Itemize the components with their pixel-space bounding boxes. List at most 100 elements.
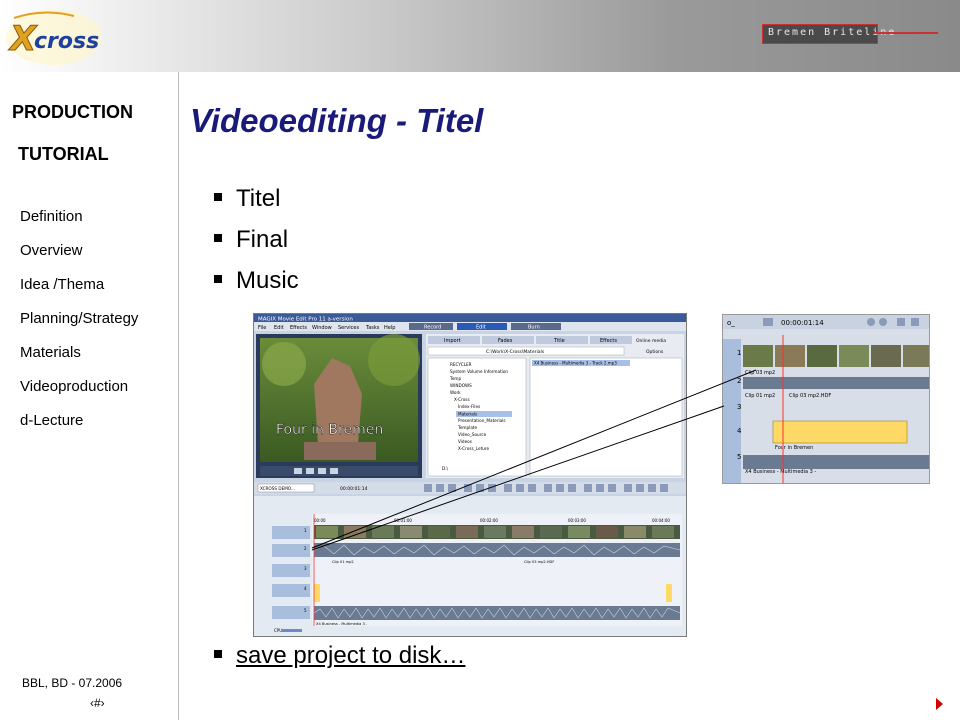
page-title: Videoediting - Titel [190, 102, 484, 139]
folder-item[interactable]: D:\ [442, 466, 449, 471]
sidebar-title-tutorial: TUTORIAL [18, 144, 109, 164]
zoom-audio-clip[interactable] [743, 377, 929, 389]
audio-clip-label: X4 Business - Multimedia 3 - [316, 622, 368, 626]
bullet-list: Titel Final Music [214, 182, 299, 305]
zoom-music-clip[interactable] [743, 455, 929, 469]
mode-edit-label: Edit [476, 325, 486, 331]
zoom-track-number: 1 [737, 349, 741, 357]
folder-item[interactable]: Temp [449, 376, 462, 381]
sidebar-nav: Definition Overview Idea /Thema Planning… [20, 206, 138, 444]
menu-services[interactable]: Services [338, 325, 359, 331]
svg-text:o_: o_ [727, 319, 735, 327]
bullet-square-icon [214, 233, 222, 242]
options-button[interactable]: Options [646, 349, 664, 355]
bullet-square-icon [214, 274, 222, 283]
file-item-selected[interactable]: X4 Business - Multimedia 3 - Track 2.mp3 [534, 361, 617, 366]
folder-item[interactable]: Template [457, 425, 478, 430]
title-clip[interactable] [666, 584, 672, 602]
header-bar: X cross Bremen Briteline [0, 0, 960, 72]
timecode-display: 00:00:01:14 [340, 486, 368, 492]
preview-title-overlay: Four in Bremen [276, 422, 383, 438]
folder-item[interactable]: Work [450, 390, 461, 395]
sidebar-item-videoproduction[interactable]: Videoproduction [20, 376, 138, 410]
sidebar-divider [178, 72, 179, 720]
sidebar-item-idea-thema[interactable]: Idea /Thema [20, 274, 138, 308]
save-project-link[interactable]: save project to disk… [236, 642, 465, 669]
brand-line [874, 32, 938, 34]
tab-fades-label: Fades [498, 338, 513, 344]
ruler-label: 00:00 [314, 518, 326, 523]
bullet-text: Music [236, 267, 299, 294]
folder-item[interactable]: System Volume Information [450, 369, 508, 374]
tab-title-label: Title [553, 338, 565, 344]
file-list [529, 357, 683, 477]
ruler-label: 00:01:00 [394, 518, 412, 523]
stop-button[interactable] [306, 468, 314, 474]
tab-effects-label: Effects [600, 338, 617, 344]
folder-item-selected[interactable]: Materials [458, 412, 477, 417]
online-media-label[interactable]: Online media [636, 338, 666, 344]
forward-button[interactable] [330, 468, 338, 474]
save-project-item: save project to disk… [214, 642, 465, 670]
svg-text:cross: cross [34, 29, 99, 54]
zoom-tool-button[interactable] [911, 318, 919, 326]
zoom-clip-label: Clip 01 mp2 [745, 393, 775, 399]
zoom-tool-button[interactable] [763, 318, 773, 326]
zoom-clip-label: Clip 03 mp2 [745, 370, 775, 376]
zoom-track-number: 4 [737, 427, 742, 435]
bullet-item: Titel [214, 182, 299, 223]
menu-effects[interactable]: Effects [290, 325, 307, 331]
rewind-button[interactable] [294, 468, 302, 474]
menu-help[interactable]: Help [384, 325, 395, 331]
bullet-square-icon [214, 649, 222, 658]
cpu-label: CPU [274, 628, 282, 633]
folder-item[interactable]: X-Cross_Leture [458, 446, 490, 451]
folder-item[interactable]: Presentation_Materials [458, 418, 506, 423]
sidebar-item-d-lecture[interactable]: d-Lecture [20, 410, 138, 444]
bullet-square-icon [214, 192, 222, 201]
mode-record-label: Record [424, 325, 441, 331]
folder-item[interactable]: X-Cross [454, 397, 470, 402]
video-track-clips[interactable] [314, 525, 680, 539]
sidebar-item-planning-strategy[interactable]: Planning/Strategy [20, 308, 138, 342]
editor-screenshot: MAGIX Movie Edit Pro 11 a-version File E… [253, 313, 687, 637]
bullet-item: Music [214, 264, 299, 305]
menu-edit[interactable]: Edit [274, 325, 284, 331]
sidebar-item-materials[interactable]: Materials [20, 342, 138, 376]
sidebar-item-definition[interactable]: Definition [20, 206, 138, 240]
menu-window[interactable]: Window [312, 325, 332, 331]
title-clip[interactable] [314, 584, 320, 602]
zoom-title-clip-label: Four in Bremen [775, 445, 813, 451]
project-name: XCROSS DEMO... [260, 486, 295, 491]
zoom-title-clip[interactable] [772, 420, 908, 444]
menu-tasks[interactable]: Tasks [365, 325, 380, 331]
ruler-label: 00:04:00 [652, 518, 670, 523]
zoom-tool-button[interactable] [879, 318, 887, 326]
cpu-meter [282, 629, 302, 632]
zoom-tool-button[interactable] [867, 318, 875, 326]
zoom-track-number: 3 [737, 403, 741, 411]
app-title: MAGIX Movie Edit Pro 11 a-version [258, 317, 353, 323]
zoom-video-clips[interactable] [743, 345, 929, 367]
next-slide-arrow-icon[interactable] [936, 698, 943, 710]
bullet-item: Final [214, 223, 299, 264]
sidebar-item-overview[interactable]: Overview [20, 240, 138, 274]
zoom-audio-label: X4 Business - Multimedia 3 - [745, 469, 816, 475]
transport-controls [260, 466, 418, 476]
folder-item[interactable]: WINDOWS [450, 383, 472, 388]
folder-item[interactable]: RECYCLER [450, 362, 472, 367]
folder-item[interactable]: Video_Source [458, 432, 487, 437]
play-button[interactable] [318, 468, 326, 474]
folder-item[interactable]: Videos [458, 439, 472, 444]
path-text: C:\Work\X-Cross\Materials [486, 349, 545, 355]
brand-label: Bremen Briteline [762, 24, 938, 44]
sidebar-title-production: PRODUCTION [12, 102, 133, 122]
folder-item[interactable]: Index-Files [458, 404, 480, 409]
ruler-label: 00:02:00 [480, 518, 498, 523]
zoom-tool-button[interactable] [897, 318, 905, 326]
menu-file[interactable]: File [258, 325, 266, 331]
clip-label: Clip 01 mp2 [332, 560, 354, 564]
mode-burn-label: Burn [528, 325, 540, 331]
xcross-logo: X cross [6, 9, 102, 65]
tab-import-label: Import [444, 338, 461, 344]
